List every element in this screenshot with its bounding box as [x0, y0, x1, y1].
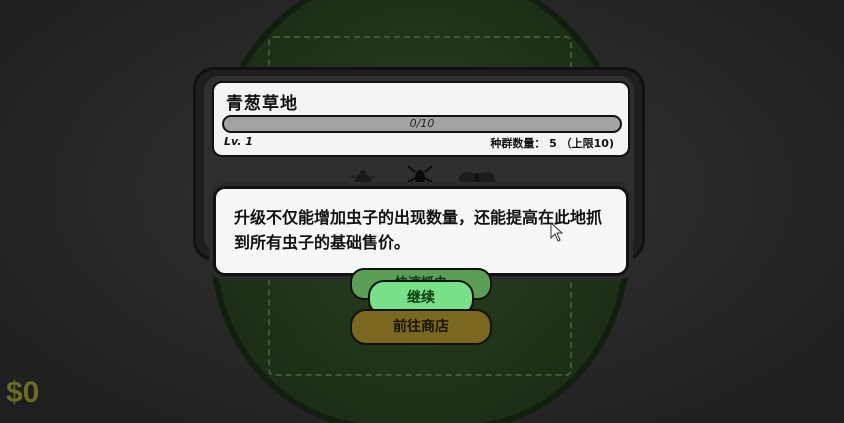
- area-title: 青葱草地: [226, 94, 298, 114]
- population-count: 种群数量： 5 （上限10): [490, 137, 614, 150]
- money-counter: $0: [6, 376, 40, 409]
- tooltip-card: 升级不仅能增加虫子的出现数量，还能提高在此地抓到所有虫子的基础售价。: [213, 186, 629, 276]
- area-header-card: 青葱草地 0/10 Lv. 1 种群数量： 5 （上限10): [212, 81, 630, 157]
- beetle-silhouette-icon: [350, 170, 376, 186]
- area-progress-text: 0/10: [409, 117, 435, 130]
- game-stage: 青葱草地 0/10 Lv. 1 种群数量： 5 （上限10) 升级不仅能增加虫子…: [0, 0, 844, 423]
- area-progress-bar: 0/10: [222, 115, 622, 133]
- area-level: Lv. 1: [224, 135, 253, 148]
- go-to-shop-button[interactable]: 前往商店: [350, 309, 492, 345]
- mouse-cursor-icon: [550, 222, 564, 242]
- mantis-silhouette-icon: [407, 165, 433, 186]
